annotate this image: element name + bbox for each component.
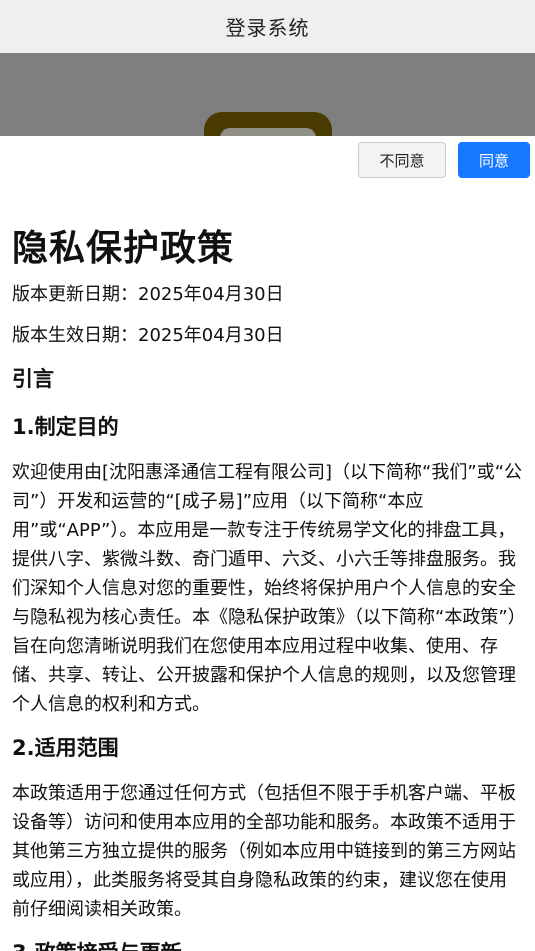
app-logo — [204, 112, 332, 136]
page-title: 登录系统 — [225, 16, 310, 40]
version-effective-date: 版本生效日期：2025年04月30日 — [12, 325, 284, 346]
app-logo-inner — [220, 128, 316, 136]
section-heading-intro: 引言 — [12, 367, 54, 391]
section-heading-acceptance: 3.政策接受与更新 — [12, 936, 524, 951]
agree-button[interactable]: 同意 — [458, 142, 530, 178]
version-updated-date: 版本更新日期：2025年04月30日 — [12, 284, 284, 305]
disagree-button[interactable]: 不同意 — [358, 142, 446, 178]
dimmed-backdrop — [0, 53, 535, 136]
section-heading-purpose: 1.制定目的 — [12, 415, 119, 439]
section-body-purpose: 欢迎使用由[沈阳惠泽通信工程有限公司]（以下简称“我们”或“公司”）开发和运营的… — [12, 462, 523, 715]
top-bar: 登录系统 — [0, 0, 535, 53]
section-body-scope: 本政策适用于您通过任何方式（包括但不限于手机客户端、平板设备等）访问和使用本应用… — [12, 783, 516, 920]
privacy-policy-sheet: 不同意 同意 隐私保护政策 版本更新日期：2025年04月30日 版本生效日期：… — [0, 136, 535, 951]
section-heading-scope: 2.适用范围 — [12, 736, 119, 760]
policy-title: 隐私保护政策 — [12, 228, 235, 269]
policy-content[interactable]: 隐私保护政策 版本更新日期：2025年04月30日 版本生效日期：2025年04… — [12, 224, 524, 951]
